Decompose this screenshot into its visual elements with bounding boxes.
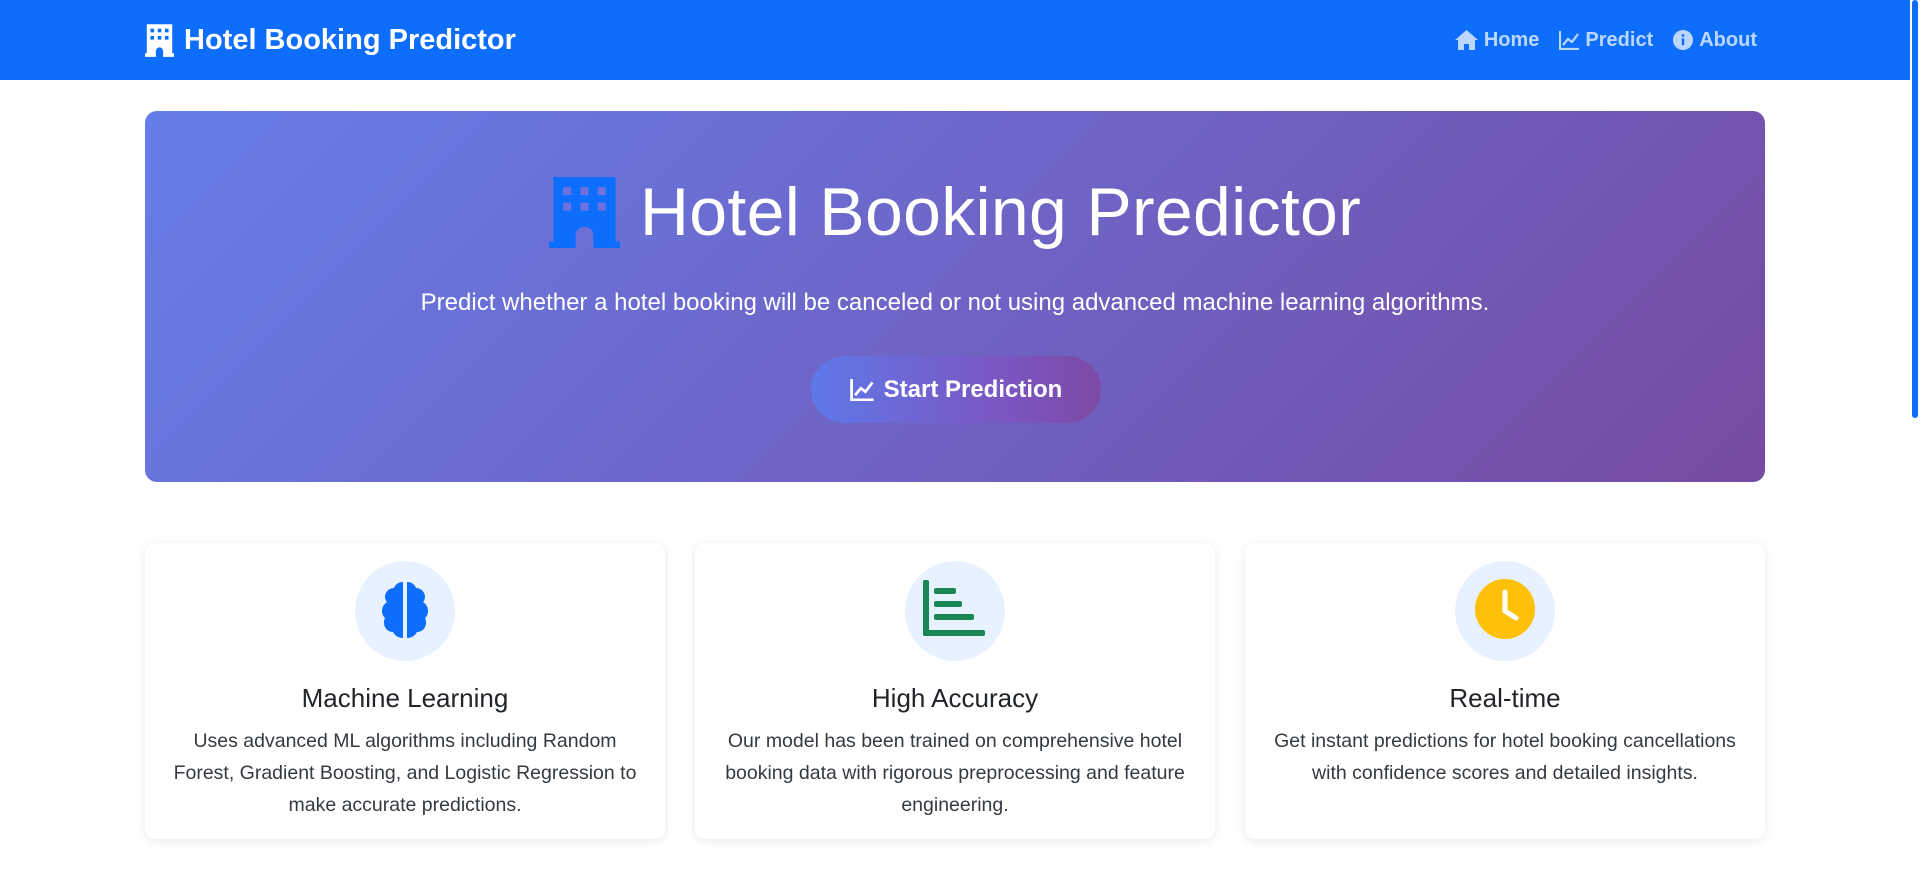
navbar-brand-label: Hotel Booking Predictor — [184, 23, 516, 56]
clock-icon — [1474, 578, 1536, 645]
start-prediction-button[interactable]: Start Prediction — [811, 356, 1101, 423]
nav-link-about-label: About — [1699, 28, 1757, 51]
building-icon — [548, 176, 620, 248]
line-chart-icon — [1559, 30, 1580, 50]
feature-card-high-accuracy: High Accuracy Our model has been trained… — [695, 543, 1215, 839]
feature-title: High Accuracy — [871, 683, 1039, 713]
line-chart-icon — [849, 378, 874, 401]
feature-icon-circle — [905, 561, 1005, 661]
feature-title: Real-time — [1449, 683, 1561, 713]
feature-icon-circle — [355, 561, 455, 661]
feature-card-machine-learning: Machine Learning Uses advanced ML algori… — [145, 543, 665, 839]
hero-section: Hotel Booking Predictor Predict whether … — [145, 111, 1765, 482]
scrollbar-thumb[interactable] — [1912, 0, 1918, 418]
feature-description: Get instant predictions for hotel bookin… — [1274, 730, 1736, 784]
navbar-brand[interactable]: Hotel Booking Predictor — [145, 0, 516, 80]
info-circle-icon — [1673, 30, 1694, 50]
feature-card-real-time: Real-time Get instant predictions for ho… — [1245, 543, 1765, 839]
nav-link-about[interactable]: About — [1673, 29, 1757, 52]
feature-icon-circle — [1455, 561, 1555, 661]
hero-subtitle: Predict whether a hotel booking will be … — [420, 289, 1490, 316]
nav-link-home-label: Home — [1483, 28, 1540, 51]
hero-title: Hotel Booking Predictor — [145, 173, 1765, 251]
navbar: Hotel Booking Predictor Home Predict Abo… — [0, 0, 1910, 80]
bar-chart-steps-icon — [923, 579, 987, 643]
brain-icon — [374, 578, 436, 645]
nav-links: Home Predict About — [1454, 0, 1757, 80]
nav-link-predict[interactable]: Predict — [1559, 29, 1653, 52]
nav-link-predict-label: Predict — [1585, 28, 1654, 51]
page-scrollbar[interactable] — [1910, 0, 1920, 875]
feature-description: Our model has been trained on comprehens… — [725, 730, 1185, 816]
building-icon — [145, 23, 174, 57]
feature-title: Machine Learning — [301, 683, 509, 713]
hero-title-text: Hotel Booking Predictor — [639, 174, 1362, 250]
feature-description: Uses advanced ML algorithms including Ra… — [173, 730, 637, 816]
nav-link-home[interactable]: Home — [1454, 28, 1540, 52]
start-prediction-label: Start Prediction — [883, 375, 1063, 403]
house-icon — [1454, 30, 1478, 50]
